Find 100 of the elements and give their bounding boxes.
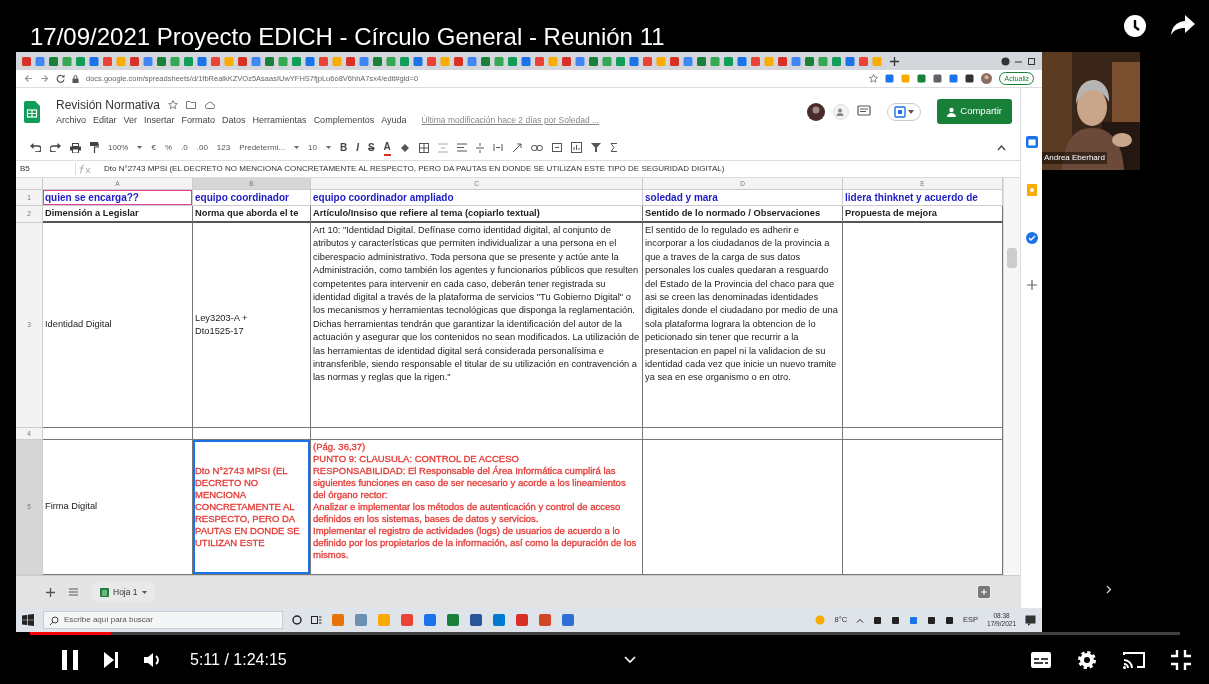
plus-icon[interactable]	[890, 56, 899, 66]
menu-item[interactable]: Datos	[222, 113, 246, 128]
menu-item[interactable]: Formato	[181, 113, 216, 128]
chevron-right-icon[interactable]	[1106, 585, 1112, 594]
settings-icon[interactable]	[1077, 650, 1097, 670]
table-cell[interactable]: El sentido de lo regulado es adherir e incorporar a los ciudadanos de la provincia a que a traves de la carga de sus datos personales los cuales quedaran a resguardo del Estado de la Provincia del chaco para que asi se creen las denominadas identidades digitales donde el ciudadano por medio de una sola plataforma lograra la obtencion de lo peticionado sin tener que recurrir a la presentacion en papel ni la validacion de su identidad cada vez que inicie un nuevo tramite ya sea en ese organismo o en otro.	[643, 223, 843, 428]
zoom-dropdown[interactable]: 100%	[108, 141, 129, 154]
chevron-down-icon[interactable]	[624, 656, 637, 664]
bold-button[interactable]: B	[339, 140, 348, 155]
menu-item[interactable]: Archivo	[56, 113, 86, 128]
cortana-icon[interactable]	[292, 615, 302, 625]
table-cell[interactable]	[643, 428, 843, 440]
share-icon[interactable]	[1171, 14, 1195, 36]
menu-item[interactable]: Herramientas	[252, 113, 307, 128]
font-dropdown[interactable]: Predetermi...	[239, 141, 285, 154]
menu-item[interactable]: Ver	[123, 113, 138, 128]
subtitles-icon[interactable]	[1031, 652, 1051, 668]
table-cell[interactable]: lidera thinknet y acuerdo de	[843, 190, 1003, 206]
formula-field[interactable]: Dto N°2743 MPSI (EL DECRETO NO MENCIONA CONCRETAMENTE AL RESPECTO, PERO DA PAUTAS EN DONDE SE UTILIZAN ESTE TIPO DE SEGURIDAD DIGITAL)	[104, 163, 725, 175]
table-cell[interactable]: Identidad Digital	[43, 223, 193, 428]
app-icon[interactable]	[492, 613, 506, 627]
last-edit-link[interactable]: Última modificación hace 2 días por Soledad ...	[421, 114, 600, 127]
clock-icon[interactable]	[1123, 14, 1147, 38]
star-icon[interactable]	[869, 74, 879, 83]
table-cell[interactable]	[311, 428, 643, 440]
app-icon[interactable]	[423, 613, 437, 627]
reload-icon[interactable]	[56, 74, 65, 83]
paint-format-icon[interactable]	[90, 142, 99, 153]
pause-icon[interactable]	[62, 650, 78, 670]
app-icon[interactable]	[354, 613, 368, 627]
fill-color-icon[interactable]	[399, 142, 410, 153]
collapse-icon[interactable]	[997, 144, 1006, 151]
decrease-decimals-button[interactable]: .0	[181, 141, 188, 154]
explore-icon[interactable]	[978, 586, 990, 598]
app-icon[interactable]	[561, 613, 575, 627]
cast-icon[interactable]	[1123, 651, 1145, 669]
back-icon[interactable]	[24, 74, 33, 83]
sigma-icon[interactable]	[609, 143, 618, 152]
profile-icon[interactable]	[1001, 56, 1010, 66]
add-sheet-icon[interactable]	[46, 587, 55, 597]
progress-bar[interactable]	[30, 632, 1180, 635]
table-cell[interactable]	[843, 428, 1003, 440]
font-size-dropdown[interactable]: 10	[308, 141, 317, 154]
folder-icon[interactable]	[186, 100, 197, 110]
share-button[interactable]: Compartir	[937, 99, 1012, 124]
menu-item[interactable]: Insertar	[144, 113, 175, 128]
avatar-icon[interactable]	[807, 102, 826, 121]
redo-icon[interactable]	[50, 143, 61, 152]
number-format-dropdown[interactable]: 123	[216, 141, 231, 154]
chart-icon[interactable]	[570, 142, 582, 153]
comment-icon[interactable]	[857, 105, 872, 118]
borders-icon[interactable]	[418, 142, 429, 153]
wrap-icon[interactable]	[492, 143, 503, 152]
star-icon[interactable]	[168, 99, 179, 110]
app-icon[interactable]	[469, 613, 483, 627]
print-icon[interactable]	[70, 142, 81, 153]
app-icon[interactable]	[538, 613, 552, 627]
text-color-button[interactable]: A	[383, 139, 391, 156]
rotate-icon[interactable]	[511, 142, 522, 153]
filter-icon[interactable]	[590, 143, 601, 152]
app-icon[interactable]	[446, 613, 460, 627]
task-view-icon[interactable]	[311, 615, 322, 625]
menu-item[interactable]: Editar	[93, 113, 117, 128]
menu-item[interactable]: Ayuda	[381, 113, 407, 128]
table-cell[interactable]: Dto N°2743 MPSI (EL DECRETO NO MENCIONA CONCRETAMENTE AL RESPECTO, PERO DA PAUTAS EN DONDE SE UTILIZAN ESTE	[193, 440, 311, 575]
cloud-icon[interactable]	[204, 100, 216, 109]
table-cell[interactable]: Sentido de lo normado / Observaciones	[643, 206, 843, 223]
table-cell[interactable]: Norma que aborda el te	[193, 206, 311, 223]
chevron-up-icon[interactable]	[856, 617, 865, 623]
app-icon[interactable]	[515, 613, 529, 627]
calendar-icon[interactable]	[1025, 136, 1038, 148]
sheets-logo-icon[interactable]	[24, 100, 40, 123]
table-cell[interactable]: equipo coordinador ampliado	[311, 190, 643, 206]
table-cell[interactable]	[43, 428, 193, 440]
search-field[interactable]: Escribe aquí para buscar	[43, 611, 283, 629]
align-icon[interactable]	[456, 143, 467, 152]
sheet-tab[interactable]: Hoja 1	[92, 582, 155, 602]
vertical-align-icon[interactable]	[475, 142, 484, 153]
link-icon[interactable]	[530, 144, 543, 151]
table-cell[interactable]: Dimensión a Legislar	[43, 206, 193, 223]
name-box[interactable]: B5	[16, 163, 76, 175]
table-cell[interactable]: soledad y mara	[643, 190, 843, 206]
windows-icon[interactable]	[22, 614, 34, 626]
table-cell[interactable]: Artículo/Insiso que refiere al tema (copiarlo textual)	[311, 206, 643, 223]
table-cell[interactable]	[193, 428, 311, 440]
table-cell[interactable]: equipo coordinador	[193, 190, 311, 206]
table-cell[interactable]: Ley3203-A + Dto1525-17	[193, 223, 311, 428]
comment-icon[interactable]	[551, 142, 562, 153]
add-person-icon[interactable]	[833, 103, 850, 120]
strikethrough-button[interactable]: S	[367, 140, 375, 155]
currency-button[interactable]: €	[151, 141, 156, 154]
document-title[interactable]: Revisión Normativa	[56, 95, 161, 114]
percent-button[interactable]: %	[164, 141, 173, 154]
forward-icon[interactable]	[40, 74, 49, 83]
table-cell[interactable]: quien se encarga??	[43, 190, 193, 206]
next-icon[interactable]	[104, 652, 118, 668]
table-cell[interactable]: Art 10: "Identidad Digital. Defínase como identidad digital, al conjunto de atributos y características que permiten individualizar a una persona en el ciberespacio administrativo. Toda persona que se presente y actúe ante la Administración, como también los agentes y funcionarios públicos que resulten competentes para intervenir en cada caso, deberán tener registrada su identidad digital a través de la plataforma de servicios "Tu Gobierno Digital" o los mecanismos y herramientas tecnológicas que disponga la reglamentación. Dichas herramientas tendrán que garantizar la identificación del autor de la actuación y asegurar que los contenidos no sean modificados. La utilización de las herramientas de identidad digital será considerada personalísima e intransferible, siendo responsable el titular de su utilización en contravención a las normas y reglas que la rigen."	[311, 223, 643, 428]
app-icon[interactable]	[331, 613, 345, 627]
restore-icon[interactable]	[1027, 56, 1036, 66]
table-cell[interactable]	[843, 223, 1003, 428]
